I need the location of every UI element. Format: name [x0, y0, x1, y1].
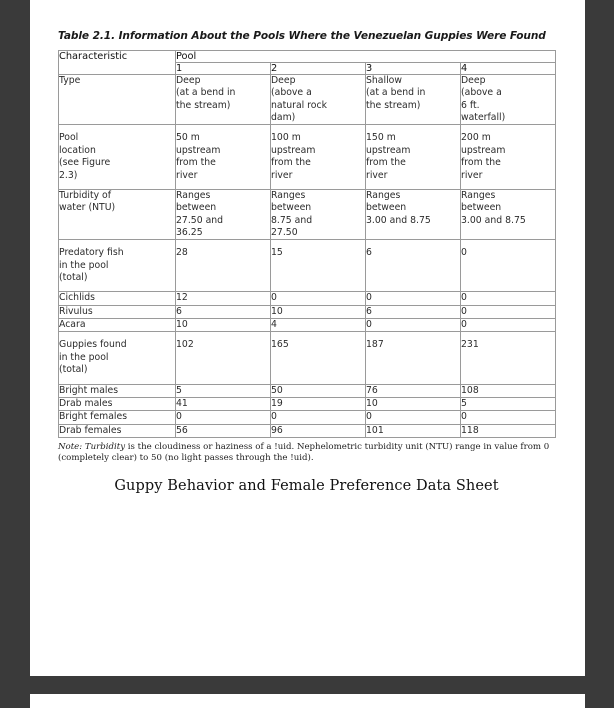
table-cell: 200 m upstream from the river: [459, 124, 557, 190]
note-term: Turbidity: [84, 441, 126, 452]
row-label: Pool location (see Figure 2.3): [58, 124, 176, 190]
table-cell: 0: [365, 318, 461, 333]
table-row: Guppies found in the pool (total) 102 165 1…: [58, 331, 557, 385]
table-cell: 15: [270, 239, 366, 293]
table-cell: 0: [175, 410, 271, 425]
table-cell: 231: [459, 331, 557, 385]
table-cell: 4: [270, 318, 366, 333]
table-cell: 5: [459, 396, 557, 412]
table-cell: 100 m upstream from the river: [270, 124, 366, 190]
table-cell: 10: [365, 396, 461, 412]
next-document-page: [30, 694, 585, 708]
row-label: Acara: [58, 318, 176, 333]
table-row: Bright females 0 0 0 0: [58, 410, 557, 425]
table-cell: 56: [175, 423, 271, 438]
table-cell: 6: [365, 304, 461, 320]
table-cell: 50 m upstream from the river: [175, 124, 271, 190]
table-row: Cichlids 12 0 0 0: [58, 291, 557, 306]
table-cell: 102: [175, 331, 271, 385]
table-cell: 0: [270, 410, 366, 425]
table-cell: 165: [270, 331, 366, 385]
table-cell: 101: [365, 423, 461, 438]
table-cell: 41: [175, 396, 271, 412]
table-cell: Ranges between 8.75 and 27.50: [270, 188, 366, 241]
table-cell: Ranges between 27.50 and 36.25: [175, 188, 271, 241]
table-cell: Ranges between 3.00 and 8.75: [365, 188, 461, 241]
table-cell: 50: [270, 383, 366, 398]
table-cell: Deep (at a bend in the stream): [175, 73, 271, 126]
table-row: Drab females 56 96 101 118: [58, 423, 557, 438]
header-pool-2: 2: [270, 62, 366, 75]
row-label: Turbidity of water (NTU): [58, 188, 176, 241]
table-row: Rivulus 6 10 6 0: [58, 304, 557, 320]
table-cell: 28: [175, 239, 271, 293]
row-label: Bright females: [58, 410, 176, 425]
table-cell: Deep (above a 6 ft. waterfall): [459, 73, 557, 126]
table-header-group-row: Characteristic Pool: [58, 50, 557, 75]
row-label: Rivulus: [58, 304, 176, 320]
row-label: Drab males: [58, 396, 176, 412]
table-row: Pool location (see Figure 2.3) 50 m upstr…: [58, 124, 557, 190]
table-row: Drab males 41 19 10 5: [58, 396, 557, 412]
row-label: Type: [58, 73, 176, 126]
table-cell: 118: [459, 423, 557, 438]
table-cell: 0: [459, 291, 557, 306]
table-cell: 76: [365, 383, 461, 398]
table-cell: Ranges between 3.00 and 8.75: [459, 188, 557, 241]
table-cell: Shallow (at a bend in the stream): [365, 73, 461, 126]
table-cell: 187: [365, 331, 461, 385]
page-content: Table 2.1. Information About the Pools W…: [58, 30, 557, 494]
table-row: Turbidity of water (NTU) Ranges between 2…: [58, 188, 557, 241]
table-cell: 10: [270, 304, 366, 320]
table-cell: 0: [270, 291, 366, 306]
table-cell: 0: [365, 410, 461, 425]
header-characteristic: Characteristic: [58, 50, 176, 75]
table-cell: 10: [175, 318, 271, 333]
header-pool-3: 3: [365, 62, 461, 75]
table-cell: 19: [270, 396, 366, 412]
table-cell: 150 m upstream from the river: [365, 124, 461, 190]
table-cell: 96: [270, 423, 366, 438]
table-cell: 0: [459, 410, 557, 425]
note-label: Note:: [58, 441, 83, 452]
table-cell: 6: [175, 304, 271, 320]
table-cell: 0: [365, 291, 461, 306]
table-row: Bright males 5 50 76 108: [58, 383, 557, 398]
table-body: Type Deep (at a bend in the stream) Deep (…: [58, 73, 557, 438]
table-cell: 5: [175, 383, 271, 398]
document-viewer[interactable]: Table 2.1. Information About the Pools W…: [0, 0, 614, 708]
row-label: Guppies found in the pool (total): [58, 331, 176, 385]
document-page: Table 2.1. Information About the Pools W…: [30, 0, 585, 676]
note-body: is the cloudiness or haziness of a !uid.…: [58, 441, 550, 464]
header-pool-1: 1: [175, 62, 271, 75]
table-cell: 12: [175, 291, 271, 306]
table-head: Characteristic Pool 1 2 3 4: [58, 50, 557, 75]
row-label: Bright males: [58, 383, 176, 398]
table-cell: 0: [459, 304, 557, 320]
row-label: Predatory fish in the pool (total): [58, 239, 176, 293]
table-cell: 108: [459, 383, 557, 398]
table-row: Type Deep (at a bend in the stream) Deep (…: [58, 73, 557, 126]
header-pool-4: 4: [459, 62, 557, 75]
table-cell: 6: [365, 239, 461, 293]
sheet-caption: Guppy Behavior and Female Preference Dat…: [114, 478, 499, 495]
row-label: Cichlids: [58, 291, 176, 306]
table-cell: 0: [459, 239, 557, 293]
table-row: Acara 10 4 0 0: [58, 318, 557, 333]
table-row: Predatory fish in the pool (total) 28 15 6 0: [58, 239, 557, 293]
row-label: Drab females: [58, 423, 176, 438]
pool-information-table: Characteristic Pool 1 2 3 4 Type Deep (at…: [58, 50, 557, 438]
table-note: Note: Turbidity is the cloudiness or haz…: [58, 442, 555, 464]
table-title: Table 2.1. Information About the Pools W…: [58, 30, 546, 42]
table-cell: 0: [459, 318, 557, 333]
header-pool-group: Pool: [174, 50, 557, 63]
table-cell: Deep (above a natural rock dam): [270, 73, 366, 126]
